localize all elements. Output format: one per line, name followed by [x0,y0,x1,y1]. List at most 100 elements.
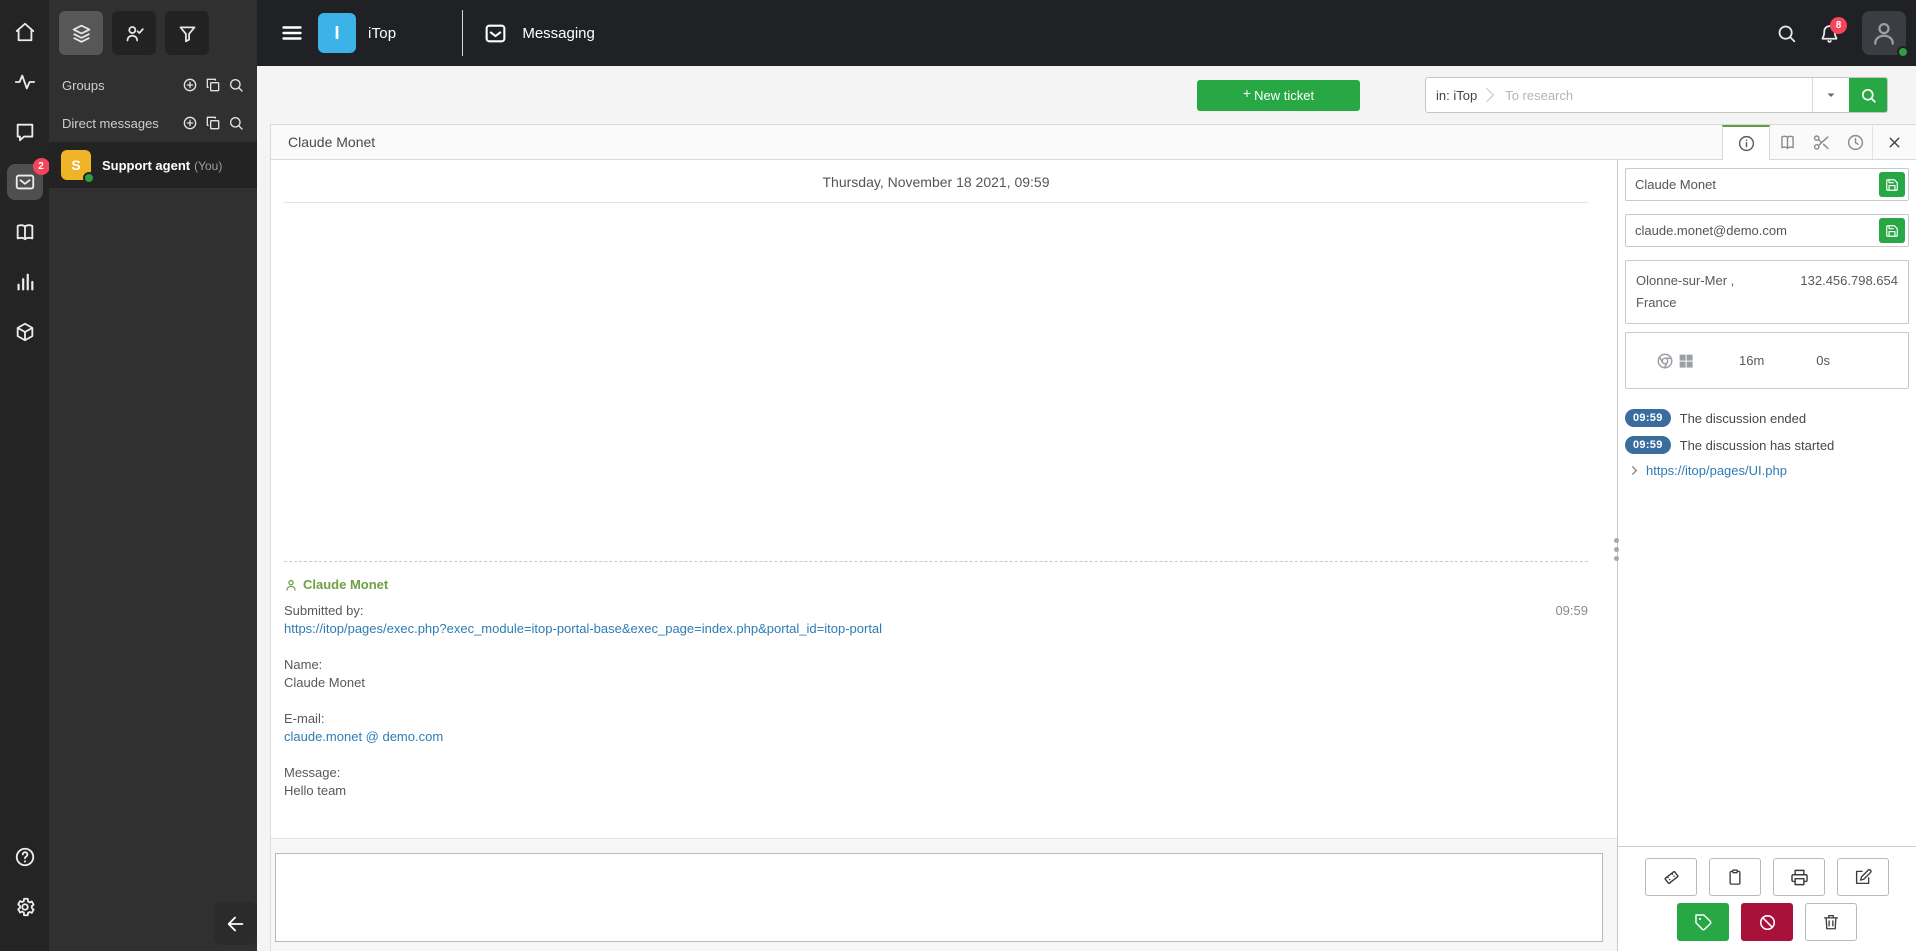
groups-section: Groups [49,66,257,104]
omnichannel-button[interactable]: 2 [6,158,50,200]
messaging-tray-icon [483,21,508,46]
submitted-by-label: Submitted by: [284,603,364,618]
contact-email-field[interactable] [1625,214,1909,247]
contact-location-box: Olonne-sur-Mer , France 132.456.798.654 [1625,260,1909,324]
ban-icon [1758,913,1777,932]
hamburger-menu-button[interactable] [280,21,304,45]
ticket-icon [1662,868,1681,887]
gear-icon [14,896,36,918]
contact-ip: 132.456.798.654 [1800,273,1898,288]
info-icon [1737,134,1756,153]
section-title: Messaging [522,24,595,42]
submitted-by-link[interactable]: https://itop/pages/exec.php?exec_module=… [284,621,882,636]
new-ticket-button[interactable]: + New ticket [1197,79,1360,111]
referrer-link[interactable]: https://itop/pages/UI.php [1646,463,1787,478]
copy-groups-button[interactable] [205,77,221,93]
settings-button[interactable] [7,889,43,925]
panel-resize-handle[interactable] [1614,538,1619,561]
edit-button[interactable] [1837,858,1889,896]
edit-icon [1854,868,1872,886]
reports-button[interactable] [7,264,43,300]
search-dm-button[interactable] [228,115,244,131]
cube-icon [14,321,36,343]
tag-icon [1694,913,1713,932]
email-link[interactable]: claude.monet @ demo.com [284,729,443,744]
tab-snippets[interactable] [1804,125,1838,159]
chat-body: Thursday, November 18 2021, 09:59 Claude… [271,160,1617,838]
contact-panel: Olonne-sur-Mer , France 132.456.798.654 … [1614,160,1916,951]
message-input[interactable] [275,853,1603,942]
presence-dot [83,172,95,184]
name-value: Claude Monet [284,675,365,690]
collapse-sidebar-button[interactable] [214,902,257,945]
activity-button[interactable] [7,64,43,100]
tab-knowledge[interactable] [1770,125,1804,159]
contact-panel-body: Olonne-sur-Mer , France 132.456.798.654 … [1618,160,1916,846]
add-dm-button[interactable] [182,115,198,131]
clipboard-icon [1726,868,1744,886]
toolbar: + New ticket in: iTop [257,66,1916,124]
chat-button[interactable] [7,114,43,150]
save-email-button[interactable] [1879,218,1905,243]
message-time: 09:59 [1555,603,1588,618]
chevron-right-icon[interactable] [1629,465,1640,476]
book-icon [1778,133,1797,152]
help-button[interactable] [7,839,43,875]
windows-icon [1677,352,1695,370]
itop-logo[interactable]: I [318,13,356,53]
message-author: Claude Monet [303,577,389,592]
print-button[interactable] [1773,858,1825,896]
itop-logo-letter: I [334,22,340,43]
event-row: 09:59 The discussion ended [1625,409,1909,427]
trash-icon [1822,913,1840,931]
tab-info[interactable] [1722,125,1770,160]
search-submit-button[interactable] [1849,78,1887,112]
copy-transcript-button[interactable] [1709,858,1761,896]
close-conversation-button[interactable] [1872,125,1916,159]
contact-name-field[interactable] [1625,168,1909,201]
chrome-icon [1656,352,1674,370]
search-groups-button[interactable] [228,77,244,93]
direct-messages-section: Direct messages [49,104,257,142]
global-search-button[interactable] [1776,23,1797,44]
name-label: Name: [284,657,323,672]
home-icon [14,21,36,43]
session-duration: 16m [1739,353,1765,368]
tag-conversation-button[interactable] [1677,903,1729,941]
message-label: Message: [284,765,341,780]
notifications-button[interactable]: 8 [1819,16,1847,44]
search-options-dropdown[interactable] [1812,78,1849,112]
book-icon [14,221,36,243]
conversations-sidebar: Groups Direct messages S Support agent (Y… [49,0,257,951]
avatar: S [61,150,95,184]
search-input[interactable] [1497,78,1812,112]
help-icon [14,846,36,868]
clock-icon [1846,133,1865,152]
bar-chart-icon [14,271,36,293]
home-button[interactable] [7,14,43,50]
notifications-badge: 8 [1830,16,1847,34]
user-menu-button[interactable] [1862,11,1909,58]
copy-dm-button[interactable] [205,115,221,131]
chat-message: Claude Monet Submitted by: 09:59 https:/… [284,561,1588,800]
save-icon [1885,178,1899,192]
search-scope-chip[interactable]: in: iTop [1426,78,1497,112]
search-scope-label: in: iTop [1436,87,1478,103]
block-contact-button[interactable] [1741,903,1793,941]
add-group-button[interactable] [182,77,198,93]
conversation-tab[interactable]: Claude Monet [271,134,375,150]
queue-button[interactable] [59,11,103,55]
create-ticket-button[interactable] [1645,858,1697,896]
delete-conversation-button[interactable] [1805,903,1857,941]
location-city: Olonne-sur-Mer , [1636,273,1735,288]
tab-history[interactable] [1838,125,1872,159]
ticket-searchbox: in: iTop [1425,77,1888,113]
event-row: 09:59 The discussion has started [1625,436,1909,454]
save-name-button[interactable] [1879,172,1905,197]
knowledge-button[interactable] [7,214,43,250]
dm-item-support-agent[interactable]: S Support agent (You) [49,142,257,188]
dm-item-label: Support agent (You) [102,158,222,173]
contacts-button[interactable] [112,11,156,55]
apps-button[interactable] [7,314,43,350]
filter-button[interactable] [165,11,209,55]
